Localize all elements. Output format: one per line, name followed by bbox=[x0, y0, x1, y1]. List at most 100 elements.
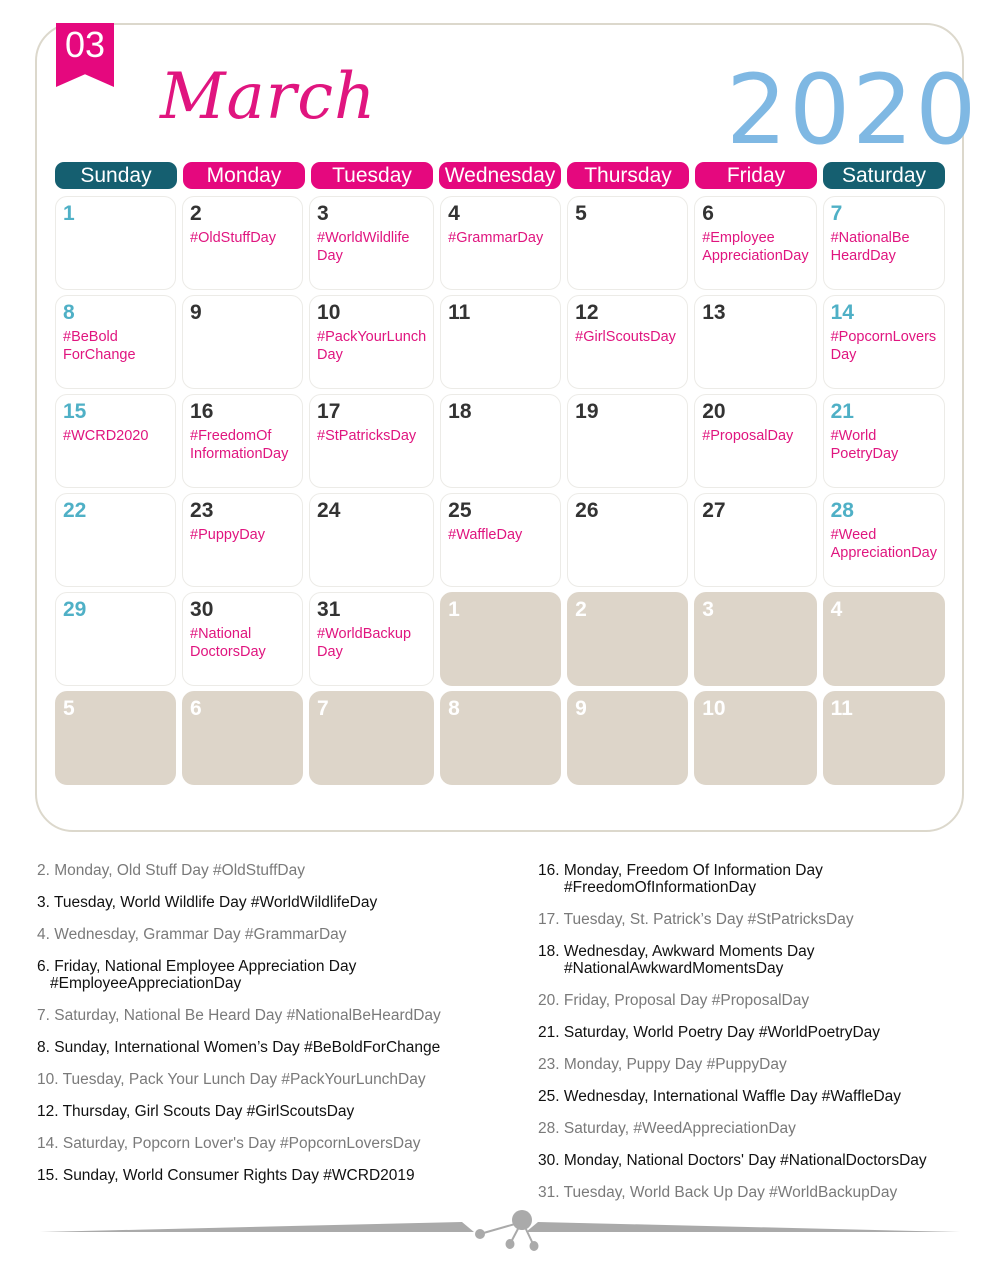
day-cell-other-month[interactable]: 2 bbox=[567, 592, 689, 686]
day-number: 22 bbox=[63, 499, 87, 522]
event-item: 7. Saturday, National Be Heard Day #Nati… bbox=[37, 1007, 507, 1024]
event-text: 15. Sunday, World Consumer Rights Day #W… bbox=[37, 1167, 415, 1184]
day-cell[interactable]: 10 #PackYourLunch Day bbox=[309, 295, 435, 389]
event-item: 15. Sunday, World Consumer Rights Day #W… bbox=[37, 1167, 507, 1184]
day-cell[interactable]: 21 #World PoetryDay bbox=[822, 394, 945, 488]
day-cell[interactable]: 8 #BeBold ForChange bbox=[55, 295, 177, 389]
day-cell-other-month[interactable]: 5 bbox=[55, 691, 177, 785]
day-cell[interactable]: 5 bbox=[567, 196, 689, 290]
events-list-left: 2. Monday, Old Stuff Day #OldStuffDay 3. … bbox=[37, 862, 507, 1199]
day-number: 4 bbox=[448, 202, 460, 225]
day-number: 11 bbox=[830, 697, 853, 720]
day-cell[interactable]: 31 #WorldBackup Day bbox=[309, 592, 435, 686]
day-cell[interactable]: 18 bbox=[440, 394, 562, 488]
day-hashtag: #NationalBe HeardDay bbox=[830, 230, 910, 264]
event-item: 23. Monday, Puppy Day #PuppyDay bbox=[538, 1056, 978, 1073]
event-item: 8. Sunday, International Women’s Day #Be… bbox=[37, 1039, 507, 1056]
day-cell[interactable]: 30 #National DoctorsDay bbox=[182, 592, 304, 686]
day-cell[interactable]: 25 #WaffleDay bbox=[440, 493, 562, 587]
day-cell[interactable]: 29 bbox=[55, 592, 177, 686]
event-item: 10. Tuesday, Pack Your Lunch Day #PackYo… bbox=[37, 1071, 507, 1088]
day-number: 7 bbox=[317, 697, 329, 720]
day-number: 5 bbox=[63, 697, 75, 720]
event-text: 28. Saturday, #WeedAppreciationDay bbox=[538, 1120, 796, 1137]
day-cell-other-month[interactable]: 8 bbox=[440, 691, 562, 785]
day-cell[interactable]: 12 #GirlScoutsDay bbox=[567, 295, 689, 389]
day-cell-other-month[interactable]: 3 bbox=[694, 592, 817, 686]
event-text: 12. Thursday, Girl Scouts Day #GirlScout… bbox=[37, 1103, 355, 1120]
day-cell[interactable]: 13 bbox=[694, 295, 817, 389]
event-text: 2. Monday, Old Stuff Day #OldStuffDay bbox=[37, 862, 305, 879]
day-cell[interactable]: 7 #NationalBe HeardDay bbox=[822, 196, 945, 290]
events-list-right: 16. Monday, Freedom Of Information Day #F… bbox=[538, 862, 978, 1216]
event-text: 7. Saturday, National Be Heard Day #Nati… bbox=[37, 1007, 441, 1024]
day-cell[interactable]: 9 bbox=[182, 295, 304, 389]
event-text: 16. Monday, Freedom Of Information Day bbox=[538, 862, 823, 879]
day-number: 2 bbox=[190, 202, 202, 225]
day-cell[interactable]: 24 bbox=[309, 493, 435, 587]
weekday-header-wednesday: Wednesday bbox=[439, 162, 561, 189]
day-cell[interactable]: 23 #PuppyDay bbox=[182, 493, 304, 587]
day-number: 3 bbox=[702, 598, 714, 621]
event-text: 23. Monday, Puppy Day #PuppyDay bbox=[538, 1056, 787, 1073]
day-cell[interactable]: 27 bbox=[694, 493, 817, 587]
event-text: 4. Wednesday, Grammar Day #GrammarDay bbox=[37, 926, 347, 943]
month-number: 03 bbox=[64, 24, 106, 65]
day-hashtag: #PopcornLovers Day bbox=[830, 329, 937, 363]
day-cell-other-month[interactable]: 10 bbox=[694, 691, 817, 785]
day-number: 3 bbox=[317, 202, 329, 225]
day-hashtag: #GrammarDay bbox=[448, 230, 544, 246]
day-number: 30 bbox=[190, 598, 214, 621]
event-item: 18. Wednesday, Awkward Moments Day #Natio… bbox=[538, 943, 978, 977]
day-number: 1 bbox=[63, 202, 75, 225]
day-hashtag: #FreedomOf InformationDay bbox=[190, 428, 289, 462]
weekday-header-row: Sunday Monday Tuesday Wednesday Thursday Frid… bbox=[55, 162, 945, 189]
day-cell[interactable]: 11 bbox=[440, 295, 562, 389]
event-item: 20. Friday, Proposal Day #ProposalDay bbox=[538, 992, 978, 1009]
event-item: 4. Wednesday, Grammar Day #GrammarDay bbox=[37, 926, 507, 943]
day-cell-other-month[interactable]: 7 bbox=[309, 691, 435, 785]
day-hashtag: #OldStuffDay bbox=[190, 230, 276, 246]
day-cell[interactable]: 17 #StPatricksDay bbox=[309, 394, 435, 488]
event-text: 3. Tuesday, World Wildlife Day #WorldWil… bbox=[37, 894, 378, 911]
day-cell-other-month[interactable]: 4 bbox=[822, 592, 945, 686]
event-item: 16. Monday, Freedom Of Information Day #F… bbox=[538, 862, 978, 896]
day-cell[interactable]: 22 bbox=[55, 493, 177, 587]
day-number: 12 bbox=[575, 301, 599, 324]
event-item: 31. Tuesday, World Back Up Day #WorldBac… bbox=[538, 1184, 978, 1201]
day-number: 26 bbox=[575, 499, 599, 522]
day-hashtag: #WaffleDay bbox=[448, 527, 523, 543]
day-cell-other-month[interactable]: 1 bbox=[440, 592, 562, 686]
day-cell-other-month[interactable]: 11 bbox=[822, 691, 945, 785]
day-cell[interactable]: 26 bbox=[567, 493, 689, 587]
day-cell[interactable]: 15 #WCRD2020 bbox=[55, 394, 177, 488]
day-cell[interactable]: 2 #OldStuffDay bbox=[182, 196, 304, 290]
day-number: 6 bbox=[190, 697, 202, 720]
day-cell[interactable]: 14 #PopcornLovers Day bbox=[822, 295, 945, 389]
weekday-header-saturday: Saturday bbox=[823, 162, 945, 189]
weekday-header-thursday: Thursday bbox=[567, 162, 689, 189]
weekday-header-sunday: Sunday bbox=[55, 162, 177, 189]
event-hashtag: #NationalAwkwardMomentsDay bbox=[564, 960, 784, 977]
day-number: 23 bbox=[190, 499, 214, 522]
day-number: 9 bbox=[190, 301, 202, 324]
event-text: 31. Tuesday, World Back Up Day #WorldBac… bbox=[538, 1184, 898, 1201]
day-cell[interactable]: 6 #Employee AppreciationDay bbox=[694, 196, 817, 290]
day-number: 16 bbox=[190, 400, 214, 423]
event-item: 14. Saturday, Popcorn Lover's Day #Popco… bbox=[37, 1135, 507, 1152]
event-item: 12. Thursday, Girl Scouts Day #GirlScout… bbox=[37, 1103, 507, 1120]
day-cell[interactable]: 3 #WorldWildlife Day bbox=[309, 196, 435, 290]
event-text: 18. Wednesday, Awkward Moments Day bbox=[538, 943, 815, 960]
day-cell[interactable]: 1 bbox=[55, 196, 177, 290]
day-number: 18 bbox=[448, 400, 472, 423]
day-number: 31 bbox=[317, 598, 341, 621]
calendar-grid: 1 2 #OldStuffDay 3 #WorldWildlife Day 4 #Gramm… bbox=[55, 196, 945, 785]
day-cell-other-month[interactable]: 9 bbox=[567, 691, 689, 785]
day-cell-other-month[interactable]: 6 bbox=[182, 691, 304, 785]
event-item: 2. Monday, Old Stuff Day #OldStuffDay bbox=[37, 862, 507, 879]
day-cell[interactable]: 28 #Weed AppreciationDay bbox=[822, 493, 945, 587]
day-cell[interactable]: 19 bbox=[567, 394, 689, 488]
day-cell[interactable]: 16 #FreedomOf InformationDay bbox=[182, 394, 304, 488]
day-cell[interactable]: 20 #ProposalDay bbox=[694, 394, 817, 488]
day-cell[interactable]: 4 #GrammarDay bbox=[440, 196, 562, 290]
